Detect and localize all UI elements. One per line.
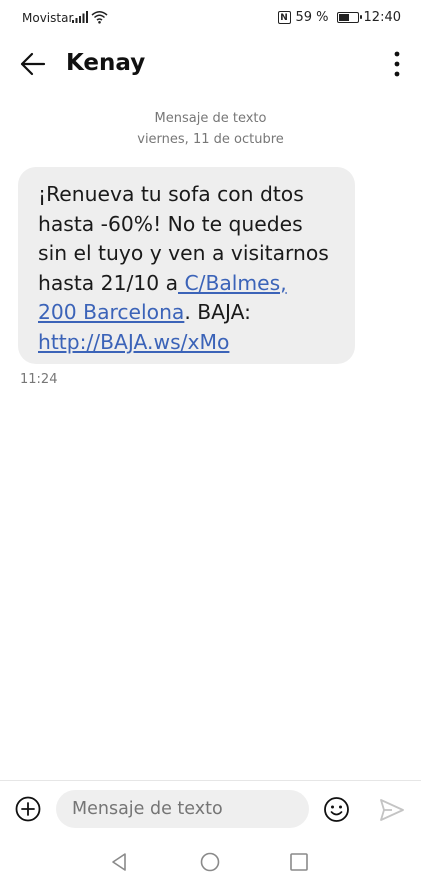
back-arrow-icon[interactable]: [14, 48, 50, 80]
nav-home-icon[interactable]: [199, 851, 221, 873]
message-text: hasta 21/10 a: [38, 270, 178, 295]
carrier-label: Movistar: [22, 11, 74, 25]
battery-icon: [336, 12, 362, 23]
message-line: hasta 21/10 a C/Balmes,: [38, 269, 337, 299]
nfc-icon: N: [277, 11, 291, 24]
message-line: sin el tuyo y ven a visitarnos: [38, 241, 329, 265]
battery-percent: 59 %: [295, 10, 329, 25]
message-line: http://BAJA.ws/xMo: [38, 328, 337, 358]
composer-divider: [0, 780, 421, 781]
wifi-icon: [91, 11, 108, 24]
emoji-icon[interactable]: [323, 796, 350, 823]
conversation-header: Kenay: [0, 34, 421, 94]
nav-recent-icon[interactable]: [289, 852, 309, 872]
status-bar: Movistar N 59 % 12:40: [0, 0, 421, 34]
message-line: 200 Barcelona. BAJA:: [38, 298, 337, 328]
signal-icon: [72, 11, 88, 23]
message-line: ¡Renueva tu sofa con dtos: [38, 182, 304, 206]
message-input[interactable]: [56, 790, 309, 828]
date-separator: viernes, 11 de octubre: [137, 132, 284, 147]
contact-name: Kenay: [66, 50, 146, 76]
add-icon[interactable]: [15, 796, 41, 822]
address-link[interactable]: 200 Barcelona: [38, 300, 184, 324]
message-timestamp: 11:24: [20, 372, 58, 387]
messaging-screen: Movistar N 59 % 12:40 Kenay Mensaje de t…: [0, 0, 421, 888]
message-bubble[interactable]: ¡Renueva tu sofa con dtos hasta -60%! No…: [18, 167, 355, 364]
more-vertical-icon[interactable]: [387, 48, 407, 82]
url-link[interactable]: http://BAJA.ws/xMo: [38, 330, 229, 354]
address-link[interactable]: C/Balmes,: [178, 271, 286, 295]
clock: 12:40: [363, 10, 401, 25]
message-type-label: Mensaje de texto: [154, 111, 267, 126]
battery-fill: [338, 14, 349, 21]
send-icon[interactable]: [378, 797, 406, 823]
message-text: . BAJA:: [184, 300, 252, 324]
message-line: hasta -60%! No te quedes: [38, 211, 303, 236]
status-right-group: N 59 % 12:40: [277, 10, 401, 25]
nav-back-icon[interactable]: [108, 851, 130, 873]
